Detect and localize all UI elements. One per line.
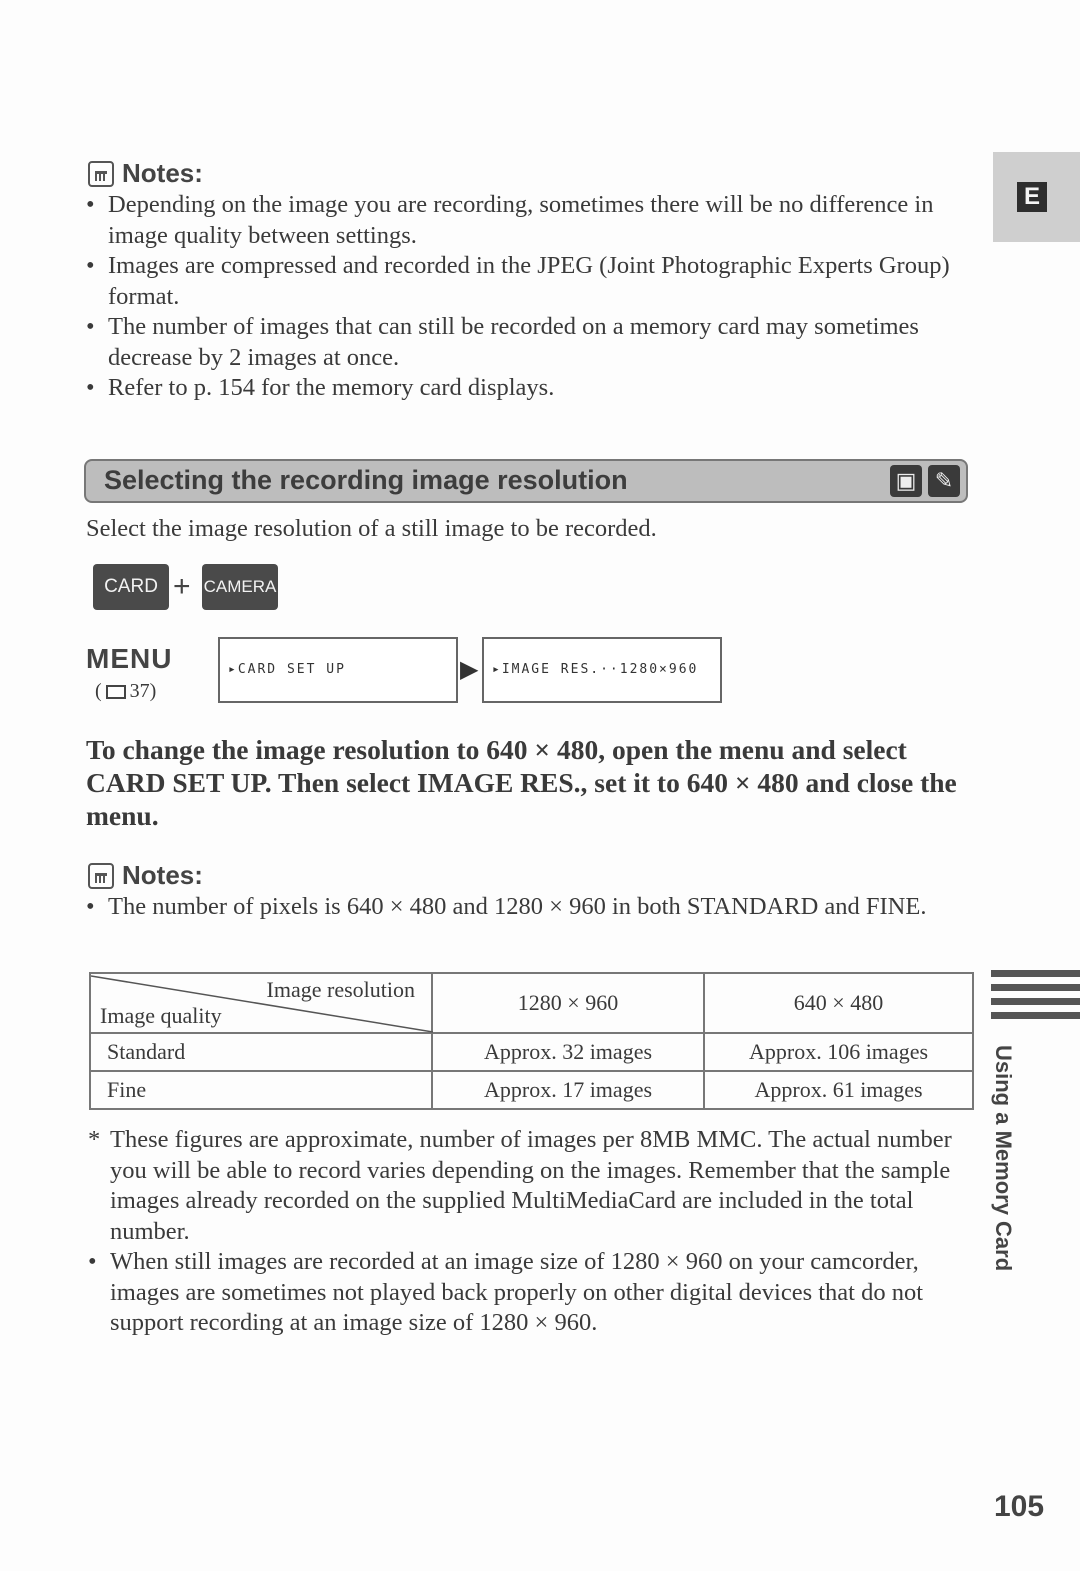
- table-row: Fine Approx. 17 images Approx. 61 images: [89, 1070, 974, 1110]
- notes-list: Depending on the image you are recording…: [86, 190, 956, 404]
- column-axis-label: Image resolution: [266, 977, 415, 1002]
- section-title: Selecting the recording image resolution: [104, 465, 628, 495]
- memo-icon: [88, 160, 114, 187]
- note-item: The number of pixels is 640 × 480 and 12…: [86, 892, 956, 923]
- row-axis-label: Image quality: [100, 1003, 222, 1028]
- card-camera-mode-icon: ▣: [890, 465, 922, 497]
- footnote-item: When still images are recorded at an ima…: [88, 1247, 958, 1339]
- notes-heading: Notes:: [88, 860, 203, 891]
- column-header: 640 × 480: [703, 972, 974, 1034]
- page-number: 105: [994, 1490, 1045, 1523]
- ref-open-paren: (: [95, 680, 102, 702]
- lcd-screen-image-res: ▸IMAGE RES.··1280×960: [482, 637, 722, 703]
- row-label: Standard: [89, 1032, 433, 1072]
- remote-control-icon: ✎: [928, 465, 960, 497]
- language-tab: E: [993, 152, 1080, 242]
- card-mode-key: CARD: [93, 564, 169, 610]
- chapter-stripes: [991, 970, 1080, 1026]
- language-badge: E: [1017, 182, 1047, 212]
- table-cell: Approx. 106 images: [703, 1032, 974, 1072]
- notes-heading-text: Notes:: [122, 158, 203, 188]
- note-item: The number of images that can still be r…: [86, 312, 956, 373]
- notes-heading-text: Notes:: [122, 860, 203, 890]
- memo-icon: [88, 862, 114, 889]
- page-reference: ( 37): [95, 680, 156, 703]
- footnotes-list: These figures are approximate, number of…: [88, 1125, 958, 1339]
- table-row: Standard Approx. 32 images Approx. 106 i…: [89, 1032, 974, 1072]
- ref-page: 37): [129, 680, 157, 702]
- footnote-item: These figures are approximate, number of…: [88, 1125, 958, 1247]
- plus-sign: +: [173, 570, 191, 603]
- section-header: Selecting the recording image resolution…: [84, 459, 968, 503]
- resolution-table: Image resolution Image quality 1280 × 96…: [89, 972, 974, 1110]
- camera-mode-key: CAMERA: [202, 564, 278, 610]
- note-item: Depending on the image you are recording…: [86, 190, 956, 251]
- table-cell: Approx. 17 images: [431, 1070, 705, 1110]
- notes-heading: Notes:: [88, 158, 203, 189]
- notes-list: The number of pixels is 640 × 480 and 12…: [86, 892, 956, 923]
- menu-label: MENU: [86, 643, 173, 674]
- intro-text: Select the image resolution of a still i…: [86, 515, 657, 542]
- column-header: 1280 × 960: [431, 972, 705, 1034]
- row-label: Fine: [89, 1070, 433, 1110]
- note-item: Refer to p. 154 for the memory card disp…: [86, 373, 956, 404]
- table-cell: Approx. 61 images: [703, 1070, 974, 1110]
- arrow-icon: ▶: [460, 657, 479, 683]
- instruction-text: To change the image resolution to 640 × …: [86, 734, 957, 831]
- chapter-title: Using a Memory Card: [991, 1045, 1016, 1272]
- lcd-screen-card-set-up: ▸CARD SET UP: [218, 637, 458, 703]
- note-item: Images are compressed and recorded in th…: [86, 251, 956, 312]
- table-cell: Approx. 32 images: [431, 1032, 705, 1072]
- book-icon: [105, 684, 126, 699]
- table-corner-cell: Image resolution Image quality: [89, 972, 433, 1034]
